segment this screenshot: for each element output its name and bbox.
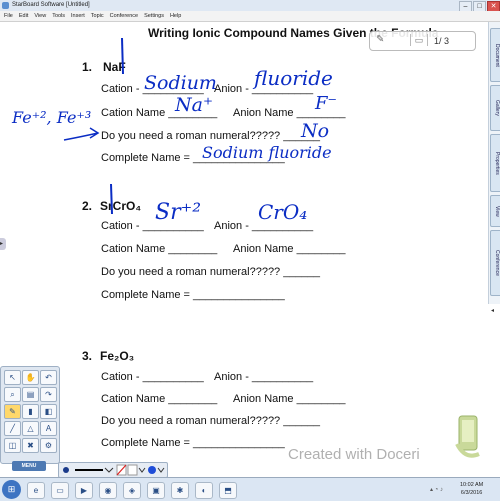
taskbar-folder-icon[interactable]: ▭	[51, 482, 69, 499]
color-swatch-icon	[127, 464, 138, 476]
ink-divider-stroke	[121, 37, 124, 75]
text-tool-icon[interactable]: A	[40, 421, 57, 436]
shape-tool-icon[interactable]: △	[22, 421, 39, 436]
ink-strokes	[63, 37, 124, 215]
taskbar-app-icon[interactable]: ◉	[99, 482, 117, 499]
taskbar-app-icon[interactable]: ▣	[147, 482, 165, 499]
taskbar: ⊞ e ▭ ▶ ◉ ◈ ▣ ✱ ◐ ⬒ ▴ ◔ ♪ 10:02 AM 6/3/2…	[0, 477, 500, 501]
taskbar-app-icon[interactable]: ◈	[123, 482, 141, 499]
taskbar-clock[interactable]: 10:02 AM 6/3/2016	[460, 481, 483, 497]
eraser-icon[interactable]: ◧	[40, 404, 57, 419]
screen-capture-icon[interactable]: ◫	[4, 438, 21, 453]
ink-divider-stroke	[110, 183, 113, 215]
page-icon[interactable]: ▤	[22, 387, 39, 402]
highlighter-icon[interactable]: ▮	[22, 404, 39, 419]
clock-time: 10:02 AM	[460, 482, 484, 488]
hand-tool-icon[interactable]: ✋	[22, 370, 39, 385]
select-tool-icon[interactable]: ↖	[4, 370, 21, 385]
chevron-down-icon	[138, 467, 146, 473]
doceri-watermark: Created with Doceri	[288, 446, 420, 463]
taskbar-app-icon[interactable]: ⬒	[219, 482, 237, 499]
pen-icon[interactable]: ✎	[4, 404, 21, 419]
ink-arrowhead-stroke	[89, 127, 100, 139]
floating-toolbox: ↖ ✋ ↶ ⌕ ▤ ↷ ✎ ▮ ◧ ╱ △ A ◫ ✖ ⚙	[0, 366, 60, 464]
clock-date: 6/3/2016	[460, 490, 483, 496]
clear-icon[interactable]: ✖	[22, 438, 39, 453]
taskbar-app-icon[interactable]: ◐	[195, 482, 213, 499]
chevron-down-icon	[157, 467, 165, 473]
pen-size-small-icon	[63, 467, 69, 473]
pen-property-bar	[58, 462, 168, 478]
zoom-icon[interactable]: ⌕	[4, 387, 21, 402]
settings-icon[interactable]: ⚙	[40, 438, 57, 453]
taskbar-app-icon[interactable]: ✱	[171, 482, 189, 499]
pen-color-icon	[148, 466, 156, 474]
doceri-logo-icon	[455, 415, 480, 458]
undo-icon[interactable]: ↶	[40, 370, 57, 385]
chevron-down-icon	[104, 467, 114, 473]
taskbar-ie-icon[interactable]: e	[27, 482, 45, 499]
pen-properties	[63, 464, 165, 476]
system-tray-icons[interactable]: ▴ ◔ ♪	[430, 486, 443, 493]
toolbox-menu-button[interactable]: MENU	[12, 461, 46, 471]
start-button-icon[interactable]: ⊞	[2, 480, 21, 499]
redo-icon[interactable]: ↷	[40, 387, 57, 402]
line-tool-icon[interactable]: ╱	[4, 421, 21, 436]
taskbar-media-icon[interactable]: ▶	[75, 482, 93, 499]
